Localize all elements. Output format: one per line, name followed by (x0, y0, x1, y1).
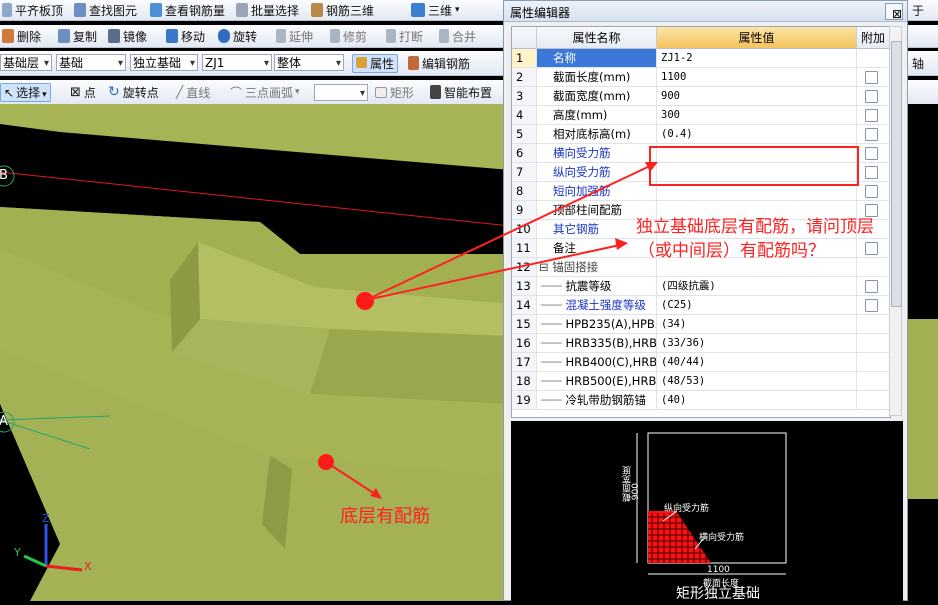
arrow-to-row6 (365, 164, 653, 301)
arrow-to-question-head (615, 238, 628, 250)
annotation-arrows (365, 162, 658, 301)
annotation-bottom: 底层有配筋 (340, 506, 430, 527)
arrow-to-question (365, 244, 621, 301)
annotation-question: 独立基础底层有配筋，请问顶层 （或中间层）有配筋吗？ (636, 215, 874, 263)
annotation-question-line1: 独立基础底层有配筋，请问顶层 (636, 217, 874, 237)
annotation-question-line2: （或中间层）有配筋吗？ (638, 241, 825, 261)
